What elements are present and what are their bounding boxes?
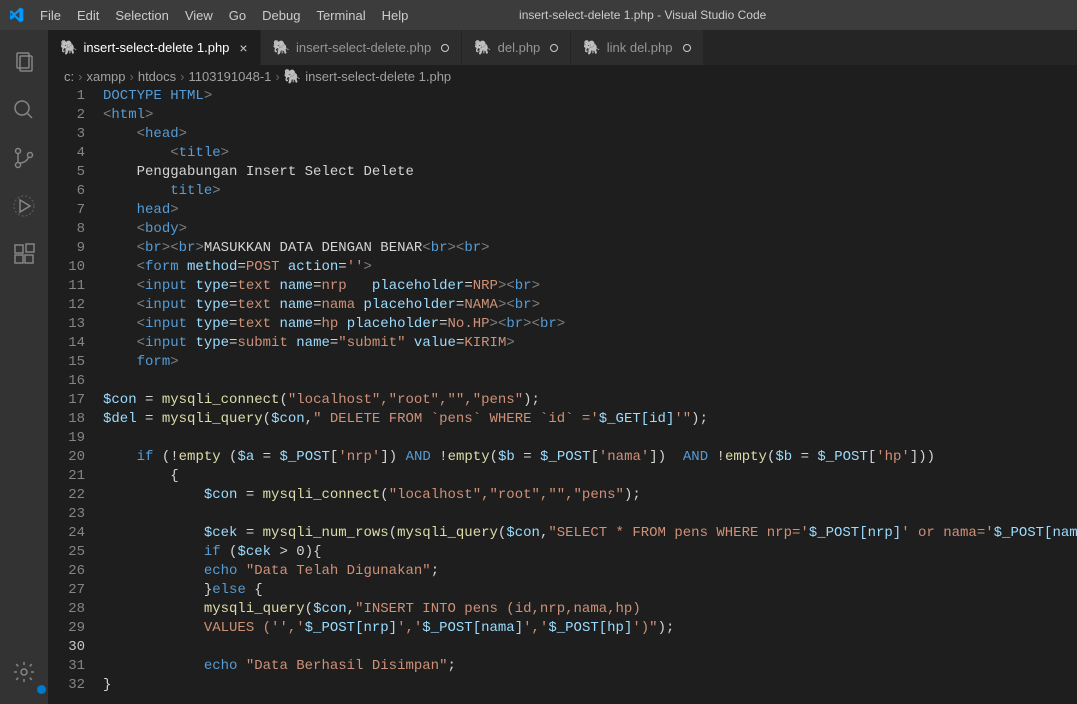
php-file-icon: 🐘 [474,39,491,56]
activity-bar [0,30,48,704]
explorer-icon[interactable] [0,38,48,86]
tab-dirty-icon [683,44,691,52]
code-content[interactable]: DOCTYPE HTML><html> <head> <title> Pengg… [103,87,1077,704]
debug-icon[interactable] [0,182,48,230]
php-file-icon: 🐘 [60,39,77,56]
tab-label: insert-select-delete.php [296,40,431,55]
menu-file[interactable]: File [32,0,69,30]
php-file-icon: 🐘 [273,39,290,56]
tab-label: link del.php [607,40,673,55]
tab-file-3[interactable]: 🐘 del.php [462,30,571,65]
menu-debug[interactable]: Debug [254,0,308,30]
tab-label: insert-select-delete 1.php [83,40,229,55]
line-numbers: 1234567891011121314151617181920212223242… [48,87,103,704]
vscode-logo-icon [8,7,24,23]
crumb-folder[interactable]: xampp [86,69,125,84]
source-control-icon[interactable] [0,134,48,182]
tab-file-4[interactable]: 🐘 link del.php [571,30,703,65]
crumb-file[interactable]: insert-select-delete 1.php [305,69,451,84]
tab-close-icon[interactable]: × [239,40,247,56]
editor-tabs: 🐘 insert-select-delete 1.php × 🐘 insert-… [48,30,1077,65]
breadcrumb: c:› xampp› htdocs› 1103191048-1› 🐘 inser… [48,65,1077,87]
settings-gear-icon[interactable] [0,648,48,696]
menu-view[interactable]: View [177,0,221,30]
php-file-icon: 🐘 [284,68,301,85]
search-icon[interactable] [0,86,48,134]
menu-help[interactable]: Help [374,0,417,30]
crumb-drive[interactable]: c: [64,69,74,84]
extensions-icon[interactable] [0,230,48,278]
menu-selection[interactable]: Selection [107,0,176,30]
tab-file-1[interactable]: 🐘 insert-select-delete 1.php × [48,30,261,65]
tab-file-2[interactable]: 🐘 insert-select-delete.php [261,30,463,65]
code-editor[interactable]: 1234567891011121314151617181920212223242… [48,87,1077,704]
sync-badge-icon [37,685,46,694]
menu-edit[interactable]: Edit [69,0,107,30]
title-bar: File Edit Selection View Go Debug Termin… [0,0,1077,30]
tab-dirty-icon [550,44,558,52]
menu-terminal[interactable]: Terminal [308,0,373,30]
crumb-folder[interactable]: htdocs [138,69,176,84]
tab-dirty-icon [441,44,449,52]
window-title: insert-select-delete 1.php - Visual Stud… [416,8,869,22]
menu-go[interactable]: Go [221,0,254,30]
php-file-icon: 🐘 [583,39,600,56]
crumb-folder[interactable]: 1103191048-1 [189,69,272,84]
menu-bar: File Edit Selection View Go Debug Termin… [32,0,416,30]
tab-label: del.php [498,40,541,55]
